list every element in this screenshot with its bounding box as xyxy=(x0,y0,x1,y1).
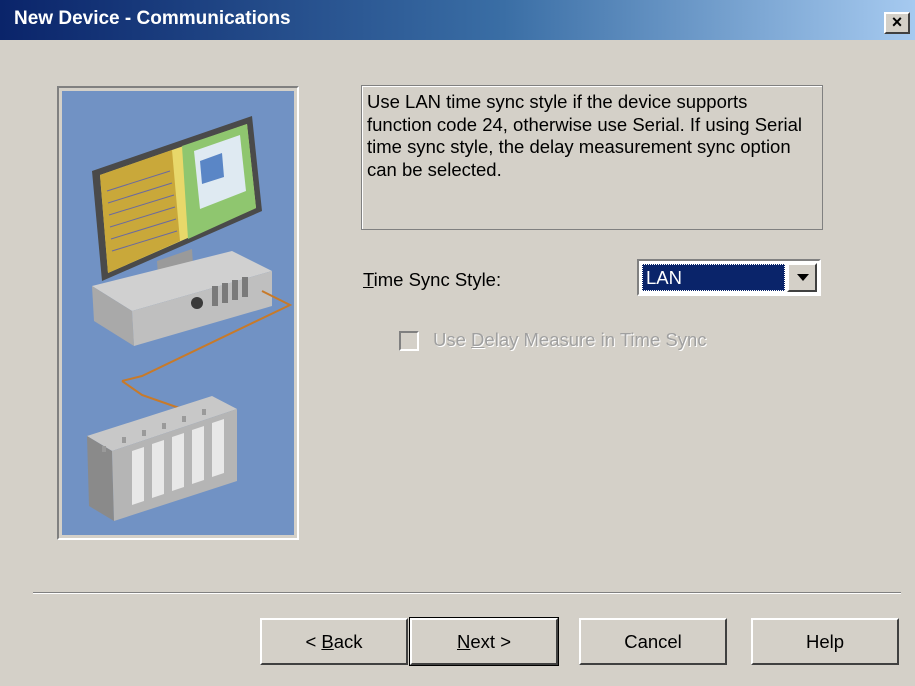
divider xyxy=(33,592,901,594)
back-button-label: ack xyxy=(333,631,363,652)
description-text: Use LAN time sync style if the device su… xyxy=(367,91,802,180)
close-button[interactable]: × xyxy=(884,12,910,34)
computer-and-plc-illustration xyxy=(62,91,294,535)
delay-measure-label[interactable]: Use Delay Measure in Time Sync xyxy=(433,329,707,351)
next-button-mnemonic: N xyxy=(457,631,471,652)
help-button[interactable]: Help xyxy=(751,618,899,665)
description-box: Use LAN time sync style if the device su… xyxy=(361,85,823,230)
delay-measure-checkbox[interactable] xyxy=(399,331,419,351)
time-sync-style-label: Time Sync Style: xyxy=(363,269,501,291)
delay-measure-label-prefix: Use xyxy=(433,329,472,350)
back-button-mnemonic: B xyxy=(321,631,334,652)
time-sync-style-dropdown[interactable]: LAN xyxy=(637,259,821,296)
title-bar[interactable]: New Device - Communications × xyxy=(0,0,915,40)
next-button[interactable]: Next > xyxy=(409,617,559,666)
back-button-prefix: < xyxy=(305,631,322,652)
illustration-frame xyxy=(57,86,299,540)
delay-measure-label-text: elay Measure in Time Sync xyxy=(484,329,707,350)
delay-measure-mnemonic: D xyxy=(471,329,485,350)
back-button[interactable]: < Back xyxy=(260,618,408,665)
illustration-graphic xyxy=(87,116,293,521)
next-button-label: ext > xyxy=(470,631,511,652)
window-title: New Device - Communications xyxy=(14,8,291,29)
cancel-button[interactable]: Cancel xyxy=(579,618,727,665)
time-sync-style-mnemonic: T xyxy=(363,269,374,290)
time-sync-style-label-text: ime Sync Style: xyxy=(373,269,502,290)
dropdown-arrow-icon[interactable] xyxy=(787,263,817,292)
time-sync-style-value[interactable]: LAN xyxy=(642,264,785,291)
dialog-window: New Device - Communications × Use LAN ti… xyxy=(0,0,915,686)
